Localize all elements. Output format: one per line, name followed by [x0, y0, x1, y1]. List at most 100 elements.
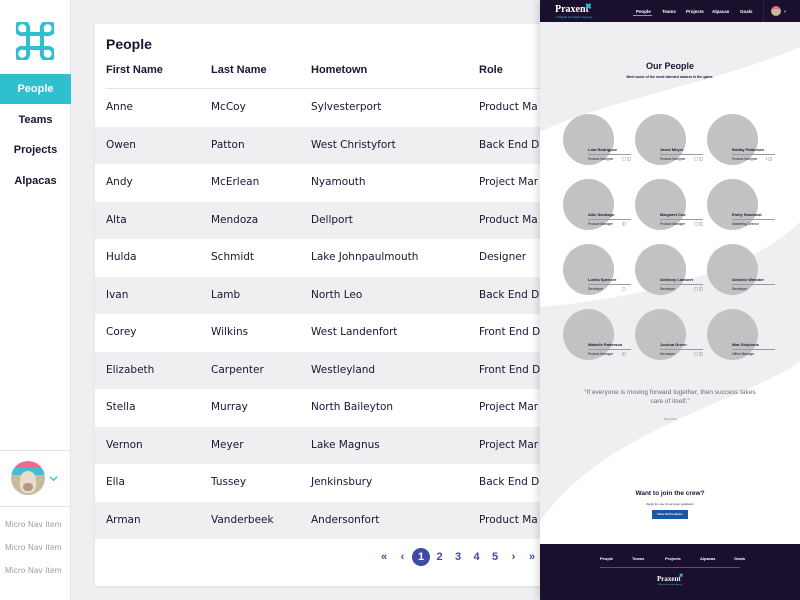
column-header-last-name[interactable]: Last Name	[211, 64, 267, 76]
table-row[interactable]: Ivan Lamb North Leo Back End D	[95, 276, 550, 314]
table-row[interactable]: Alta Mendoza Dellport Product Ma	[95, 201, 550, 239]
social-icons[interactable]: ▢	[622, 286, 626, 291]
person-role: Office Manager	[732, 352, 755, 356]
person-role: Product Manager	[588, 222, 614, 226]
last-name-cell: Tussey	[211, 476, 247, 488]
person-card[interactable]: Allie Santiago Product Manager ◫	[563, 179, 635, 234]
preview-footer: People Teams Projects Alpacas Goals Prax…	[540, 544, 800, 600]
preview-nav-goals[interactable]: Goals	[740, 9, 753, 14]
last-name-cell: Schmidt	[211, 251, 255, 263]
view-all-positions-button[interactable]: View All Positions	[652, 510, 688, 519]
footer-nav-teams[interactable]: Teams	[632, 556, 644, 561]
first-name-cell: Ella	[106, 476, 125, 488]
preview-nav-projects[interactable]: Projects	[686, 9, 704, 14]
last-name-cell: Carpenter	[211, 363, 264, 376]
divider	[588, 154, 631, 155]
person-name: Mabelle Patterson	[588, 342, 623, 347]
brand-logo[interactable]: Praxent	[555, 4, 589, 15]
sidebar-item-people[interactable]: People	[0, 74, 71, 104]
website-preview-panel[interactable]: Praxent ✖ A Digital Innovation Agency Pe…	[540, 0, 800, 600]
social-icons[interactable]: f ◫	[766, 156, 772, 161]
sidebar-item-alpacas[interactable]: Alpacas	[0, 166, 71, 196]
table-row[interactable]: Elizabeth Carpenter Westleyland Front End D	[95, 351, 550, 389]
chevron-down-icon[interactable]: ▼	[783, 9, 787, 14]
person-card[interactable]: Joshua Green Developer ▢ ◫	[635, 309, 707, 364]
hometown-cell: Andersonfort	[311, 513, 380, 526]
divider	[660, 284, 703, 285]
chevron-down-icon[interactable]	[49, 474, 58, 483]
page-2-button[interactable]: 2	[431, 548, 449, 566]
footer-nav-goals[interactable]: Goals	[734, 556, 745, 561]
pagination: « ‹ 1 2 3 4 5 › »	[375, 548, 542, 566]
person-name: Allie Santiago	[588, 212, 615, 217]
first-page-button[interactable]: «	[375, 548, 393, 566]
micro-nav-item[interactable]: Micro Nav Item	[5, 543, 62, 552]
hometown-cell: West Christyfort	[311, 138, 396, 151]
first-name-cell: Anne	[106, 101, 133, 113]
page-4-button[interactable]: 4	[468, 548, 486, 566]
person-card[interactable]: Bobby Patterson Product Designer f ◫	[707, 114, 779, 169]
person-card[interactable]: Luella Spencer Developer ▢	[563, 244, 635, 299]
social-icons[interactable]: ▢ ◫	[694, 221, 703, 226]
role-cell: Back End D	[479, 288, 540, 301]
social-icons[interactable]: ◫	[622, 351, 626, 356]
table-row[interactable]: Ella Tussey Jenkinsbury Back End D	[95, 464, 550, 502]
micro-nav-item[interactable]: Micro Nav Item	[5, 566, 62, 575]
person-name: Margaret Cox	[660, 212, 686, 217]
social-icons[interactable]: ◫	[622, 221, 626, 226]
divider	[588, 349, 631, 350]
sidebar-item-projects[interactable]: Projects	[0, 135, 71, 165]
sidebar: People Teams Projects Alpacas Micro Nav …	[0, 0, 71, 600]
person-name: Bobby Patterson	[732, 147, 765, 152]
table-row[interactable]: Anne McCoy Sylvesterport Product Ma	[95, 89, 550, 127]
preview-nav-alpacas[interactable]: Alpacas	[712, 9, 729, 14]
page-1-button[interactable]: 1	[412, 548, 430, 566]
table-row[interactable]: Vernon Meyer Lake Magnus Project Mar	[95, 426, 550, 464]
social-icons[interactable]: ▢ ◫	[694, 351, 703, 356]
micro-nav-item[interactable]: Micro Nav Item	[5, 520, 62, 529]
footer-nav-projects[interactable]: Projects	[665, 556, 681, 561]
person-card[interactable]: Antonio Webster Developer	[707, 244, 779, 299]
hometown-cell: Westleyland	[311, 363, 376, 376]
footer-nav-alpacas[interactable]: Alpacas	[700, 556, 715, 561]
footer-nav-people[interactable]: People	[600, 556, 613, 561]
page-5-button[interactable]: 5	[486, 548, 504, 566]
table-row[interactable]: Andy McErlean Nyamouth Project Mar	[95, 164, 550, 202]
column-header-role[interactable]: Role	[479, 64, 503, 76]
person-card[interactable]: Jared Meyer Product Designer ▢ ◫	[635, 114, 707, 169]
preview-nav-people[interactable]: People	[636, 9, 651, 14]
last-page-button[interactable]: »	[523, 548, 541, 566]
hometown-cell: Dellport	[311, 213, 353, 226]
person-card[interactable]: Anthony Lambert Developer ▢ ◫	[635, 244, 707, 299]
preview-header: Praxent ✖ A Digital Innovation Agency Pe…	[540, 0, 800, 22]
command-key-icon[interactable]	[16, 22, 54, 60]
column-header-hometown[interactable]: Hometown	[311, 64, 367, 76]
alpaca-avatar[interactable]	[11, 461, 45, 495]
user-menu[interactable]	[11, 461, 58, 495]
social-icons[interactable]: ▢ ◫	[622, 156, 631, 161]
person-card[interactable]: Max Stephens Office Manager	[707, 309, 779, 364]
table-row[interactable]: Hulda Schmidt Lake Johnpaulmouth Designer	[95, 239, 550, 277]
column-header-first-name[interactable]: First Name	[106, 64, 163, 76]
last-name-cell: Meyer	[211, 438, 244, 451]
prev-page-button[interactable]: ‹	[394, 548, 412, 566]
social-icons[interactable]: ▢ ◫	[694, 156, 703, 161]
join-title: Want to join the crew?	[635, 490, 705, 497]
last-name-cell: Wilkins	[211, 326, 249, 338]
person-card[interactable]: Lola Rodriguez Product Designer ▢ ◫	[563, 114, 635, 169]
sidebar-nav: People Teams Projects Alpacas	[0, 74, 71, 196]
preview-avatar[interactable]	[771, 6, 781, 16]
next-page-button[interactable]: ›	[505, 548, 523, 566]
table-row[interactable]: Owen Patton West Christyfort Back End D	[95, 126, 550, 164]
person-card[interactable]: Mabelle Patterson Product Manager ◫	[563, 309, 635, 364]
footer-brand-logo[interactable]: Praxent	[657, 575, 681, 583]
sidebar-item-teams[interactable]: Teams	[0, 105, 71, 135]
person-card[interactable]: Margaret Cox Product Manager ▢ ◫	[635, 179, 707, 234]
social-icons[interactable]: ▢ ◫	[694, 286, 703, 291]
table-row[interactable]: Arman Vanderbeek Andersonfort Product Ma	[95, 501, 550, 539]
table-row[interactable]: Corey Wilkins West Landenfort Front End D	[95, 314, 550, 352]
page-3-button[interactable]: 3	[449, 548, 467, 566]
preview-nav-teams[interactable]: Teams	[662, 9, 676, 14]
table-row[interactable]: Stella Murray North Baileyton Project Mar	[95, 389, 550, 427]
person-card[interactable]: Emily Sandoval Marketing Director	[707, 179, 779, 234]
